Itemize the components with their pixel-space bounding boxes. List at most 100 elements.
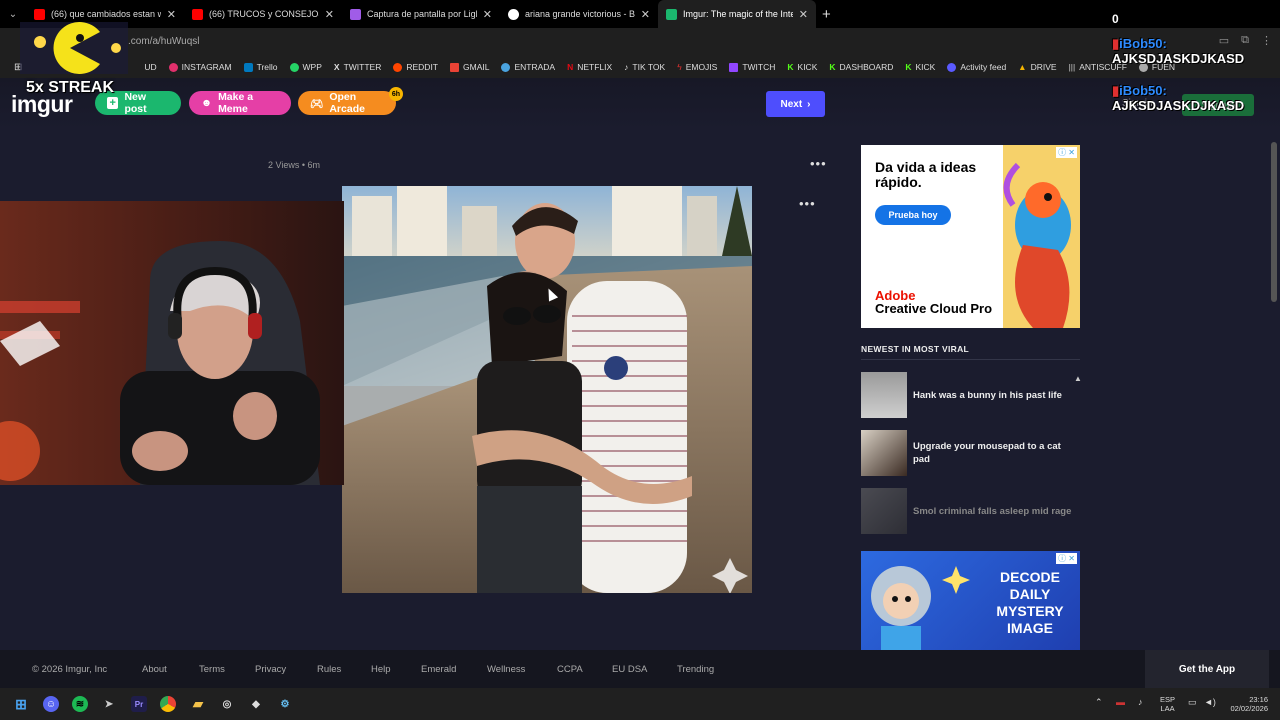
site-header: imgur + New post ☻ Make a Meme 🎮︎ Open A… [0, 78, 1280, 130]
premiere-icon[interactable]: Pr [131, 696, 147, 712]
footer-link-ccpa[interactable]: CCPA [557, 664, 583, 675]
footer-link-eu-dsa[interactable]: EU DSA [612, 664, 647, 675]
footer-link-rules[interactable]: Rules [317, 664, 341, 675]
microphone-icon[interactable]: ♪ [1138, 697, 1143, 707]
scroll-up-icon[interactable]: ▲ [1074, 374, 1082, 383]
footer-link-about[interactable]: About [142, 664, 167, 675]
post-image[interactable] [342, 186, 752, 593]
google-icon [508, 8, 519, 20]
adobe-ad[interactable]: Da vida a ideas rápido. Prueba hoy Adobe… [861, 145, 1080, 328]
close-icon[interactable]: ✕ [641, 8, 650, 21]
browser-tab[interactable]: (66) TRUCOS y CONSEJOS para ✕ [184, 0, 342, 28]
imgur-icon [666, 8, 677, 20]
beach-photo [342, 186, 752, 593]
language-code: ESP [1160, 695, 1176, 704]
browser-tab-active[interactable]: Imgur: The magic of the Interne ✕ [658, 0, 816, 28]
telegram-icon[interactable]: ➤ [101, 696, 117, 712]
bookmark-item[interactable]: Activity feed [941, 62, 1012, 72]
volume-icon[interactable]: ◄) [1204, 697, 1216, 707]
kick-icon: K [787, 62, 794, 72]
discord-icon[interactable]: ☺ [43, 696, 59, 712]
bookmark-item[interactable]: GMAIL [444, 62, 495, 72]
ad-choices-icon[interactable]: ⓘ ✕ [1056, 147, 1077, 158]
mystery-image-ad[interactable]: DECODE DAILY MYSTERY IMAGE ⓘ ✕ [861, 551, 1080, 650]
footer-link-trending[interactable]: Trending [677, 664, 714, 675]
tray-overflow-icon[interactable]: ⌃ [1095, 697, 1103, 708]
close-icon[interactable]: ✕ [799, 8, 808, 21]
whatsapp-icon [289, 62, 299, 72]
footer-link-help[interactable]: Help [371, 664, 391, 675]
bookmark-label: GMAIL [463, 62, 490, 72]
viral-item[interactable]: Upgrade your mousepad to a cat pad [861, 430, 1080, 476]
bookmark-item[interactable]: WPP [284, 62, 328, 72]
windows-start-icon[interactable]: ⊞ [13, 696, 29, 712]
knight-artwork [871, 566, 970, 650]
bookmark-item[interactable]: ♪ TIK TOK [618, 62, 671, 72]
url-field[interactable]: .com/a/huWuqsl [128, 36, 200, 47]
bookmark-item[interactable]: N NETFLIX [561, 62, 618, 72]
ad-choices-icon[interactable]: ⓘ ✕ [1056, 553, 1077, 564]
inbox-icon [501, 62, 511, 72]
ad-cta-button[interactable]: Prueba hoy [875, 205, 951, 225]
chat-username: iBob50: [1119, 36, 1167, 51]
tray-app-icon[interactable]: ▬ [1116, 697, 1125, 707]
scrollbar-thumb[interactable] [1271, 142, 1277, 302]
footer-link-wellness[interactable]: Wellness [487, 664, 525, 675]
bookmark-item[interactable]: ENTRADA [495, 62, 561, 72]
bookmark-item[interactable]: ϟ EMOJIS [671, 62, 723, 72]
bookmark-item[interactable]: TWITCH [723, 62, 781, 72]
steam-icon[interactable]: ⚙ [277, 696, 293, 712]
feather-icon [350, 8, 361, 20]
bookmark-item[interactable]: INSTAGRAM [163, 62, 238, 72]
tab-title: ariana grande victorious - Busc [525, 9, 635, 19]
bookmark-item[interactable]: ▲ DRIVE [1012, 62, 1062, 72]
clock[interactable]: 23:16 02/02/2026 [1222, 695, 1268, 713]
app-icon[interactable]: ◆ [248, 696, 264, 712]
close-icon[interactable]: ✕ [483, 8, 492, 21]
get-app-button[interactable]: Get the App [1145, 650, 1269, 688]
bookmark-item[interactable]: Trello [238, 62, 284, 72]
activity-icon [947, 62, 957, 72]
section-title: NEWEST IN MOST VIRAL [861, 344, 969, 354]
viral-title: Hank was a bunny in his past life [913, 389, 1062, 401]
clock-time: 23:16 [1249, 695, 1268, 704]
close-icon[interactable]: ✕ [325, 8, 334, 21]
address-bar: .com/a/huWuqsl ▭ ⧉ ⋮ [0, 28, 1280, 56]
chat-line: ▮iBob50: [1112, 36, 1244, 51]
folder-icon[interactable]: ▰ [190, 696, 206, 712]
bookmark-label: ENTRADA [514, 62, 556, 72]
bookmark-item[interactable]: X TWITTER [328, 62, 387, 72]
footer-link-terms[interactable]: Terms [199, 664, 225, 675]
post-options-icon[interactable]: ••• [810, 156, 827, 171]
chrome-icon[interactable] [160, 696, 176, 712]
copyright: © 2026 Imgur, Inc [32, 664, 108, 675]
bookmark-item[interactable]: K KICK [781, 62, 823, 72]
viral-item[interactable]: Smol criminal falls asleep mid rage [861, 488, 1080, 534]
obs-icon[interactable]: ◎ [219, 696, 235, 712]
gmail-icon [450, 62, 459, 72]
page-scrollbar[interactable] [1270, 130, 1278, 650]
footer-link-privacy[interactable]: Privacy [255, 664, 286, 675]
next-button[interactable]: Next › [766, 91, 825, 117]
footer-link-emerald[interactable]: Emerald [421, 664, 456, 675]
new-tab-icon[interactable]: + [822, 6, 831, 23]
close-icon[interactable]: ✕ [167, 8, 176, 21]
spotify-icon[interactable]: ≋ [72, 696, 88, 712]
viral-item[interactable]: Hank was a bunny in his past life [861, 372, 1080, 418]
network-icon[interactable]: ▭ [1188, 697, 1197, 708]
make-meme-button[interactable]: ☻ Make a Meme [189, 91, 291, 115]
instagram-icon [168, 62, 178, 72]
streak-counter: 5x STREAK [26, 79, 115, 96]
new-post-label: New post [124, 91, 147, 115]
youtube-icon [192, 8, 203, 20]
bookmark-item[interactable]: K KICK [899, 62, 941, 72]
bookmark-item[interactable]: UD [138, 62, 162, 72]
language-indicator[interactable]: ESP LAA [1160, 695, 1175, 713]
browser-tab[interactable]: Captura de pantalla por Lightsh ✕ [342, 0, 500, 28]
image-options-icon[interactable]: ••• [799, 196, 816, 211]
bookmark-item[interactable]: REDDIT [387, 62, 444, 72]
bookmark-item[interactable]: K DASHBOARD [823, 62, 899, 72]
bookmarks-bar: ⊞ UD INSTAGRAM Trello WPP X TWITTER REDDI… [0, 56, 1280, 78]
browser-tab[interactable]: ariana grande victorious - Busc ✕ [500, 0, 658, 28]
open-arcade-button[interactable]: 🎮︎ Open Arcade [298, 91, 396, 115]
